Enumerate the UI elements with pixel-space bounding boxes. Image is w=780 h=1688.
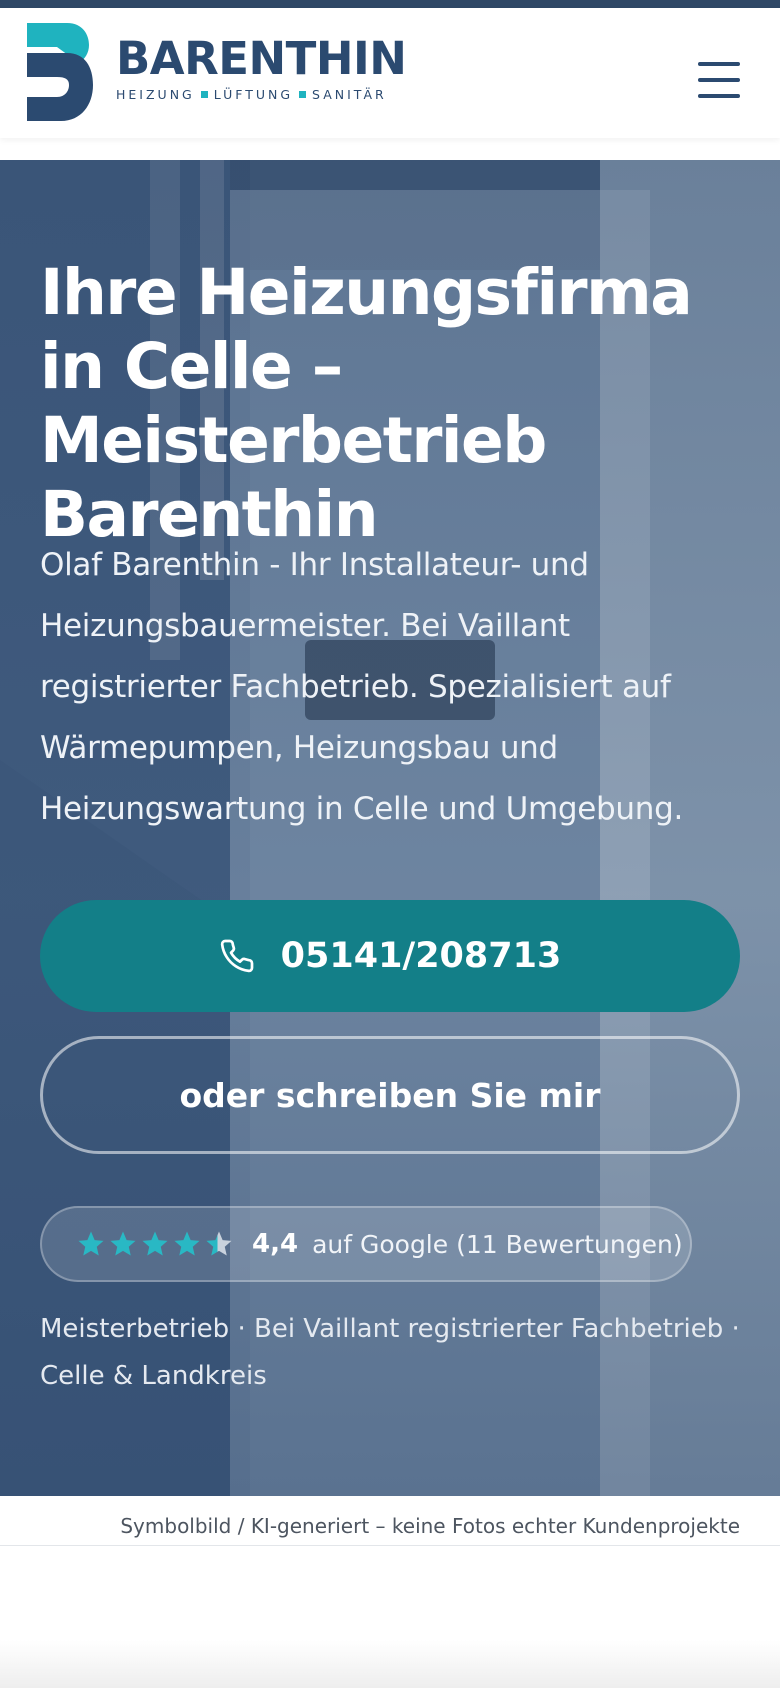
tagline-heizung: HEIZUNG bbox=[116, 87, 195, 102]
rating-score: 4,4 bbox=[252, 1229, 299, 1259]
hamburger-menu-icon[interactable] bbox=[696, 60, 744, 100]
brand[interactable]: BARENTHIN HEIZUNG LÜFTUNG SANITÄR bbox=[116, 32, 407, 102]
star-icon bbox=[142, 1231, 168, 1256]
hero-section: Ihre Heizungsfirma in Celle – Meisterbet… bbox=[0, 160, 780, 1496]
image-caption: Symbolbild / KI-generiert – keine Fotos … bbox=[120, 1514, 740, 1538]
hero-description: Olaf Barenthin - Ihr Installateur- und H… bbox=[40, 547, 684, 827]
google-rating-badge[interactable]: 4,4 auf Google (11 Bewertungen) bbox=[40, 1206, 692, 1282]
site-header: BARENTHIN HEIZUNG LÜFTUNG SANITÄR bbox=[0, 8, 780, 138]
star-icon bbox=[110, 1231, 136, 1256]
trust-line: Meisterbetrieb · Bei Vaillant registrier… bbox=[40, 1314, 740, 1391]
star-icon bbox=[78, 1231, 104, 1256]
call-button-label: 05141/208713 bbox=[280, 936, 562, 976]
top-accent-bar bbox=[0, 0, 780, 8]
write-message-label: oder schreiben Sie mir bbox=[179, 1075, 601, 1115]
tagline-dot bbox=[200, 91, 208, 98]
phone-icon bbox=[220, 939, 254, 973]
half-star-icon bbox=[206, 1231, 232, 1256]
write-message-button[interactable]: oder schreiben Sie mir bbox=[40, 1036, 740, 1154]
tagline-sanitaer: SANITÄR bbox=[312, 87, 387, 102]
brand-name: BARENTHIN bbox=[116, 32, 407, 85]
rating-text: auf Google (11 Bewertungen) bbox=[312, 1229, 683, 1259]
tagline-dot bbox=[299, 91, 307, 98]
star-icon bbox=[174, 1231, 200, 1256]
logo-icon[interactable] bbox=[27, 23, 93, 121]
rating-stars bbox=[76, 1229, 236, 1259]
tagline-lueftung: LÜFTUNG bbox=[213, 87, 294, 102]
call-button[interactable]: 05141/208713 bbox=[40, 900, 740, 1012]
page-title: Ihre Heizungsfirma in Celle – Meisterbet… bbox=[40, 256, 693, 551]
brand-tagline: HEIZUNG LÜFTUNG SANITÄR bbox=[116, 87, 406, 102]
bottom-edge bbox=[0, 1640, 780, 1688]
image-caption-bar: Symbolbild / KI-generiert – keine Fotos … bbox=[0, 1496, 780, 1546]
